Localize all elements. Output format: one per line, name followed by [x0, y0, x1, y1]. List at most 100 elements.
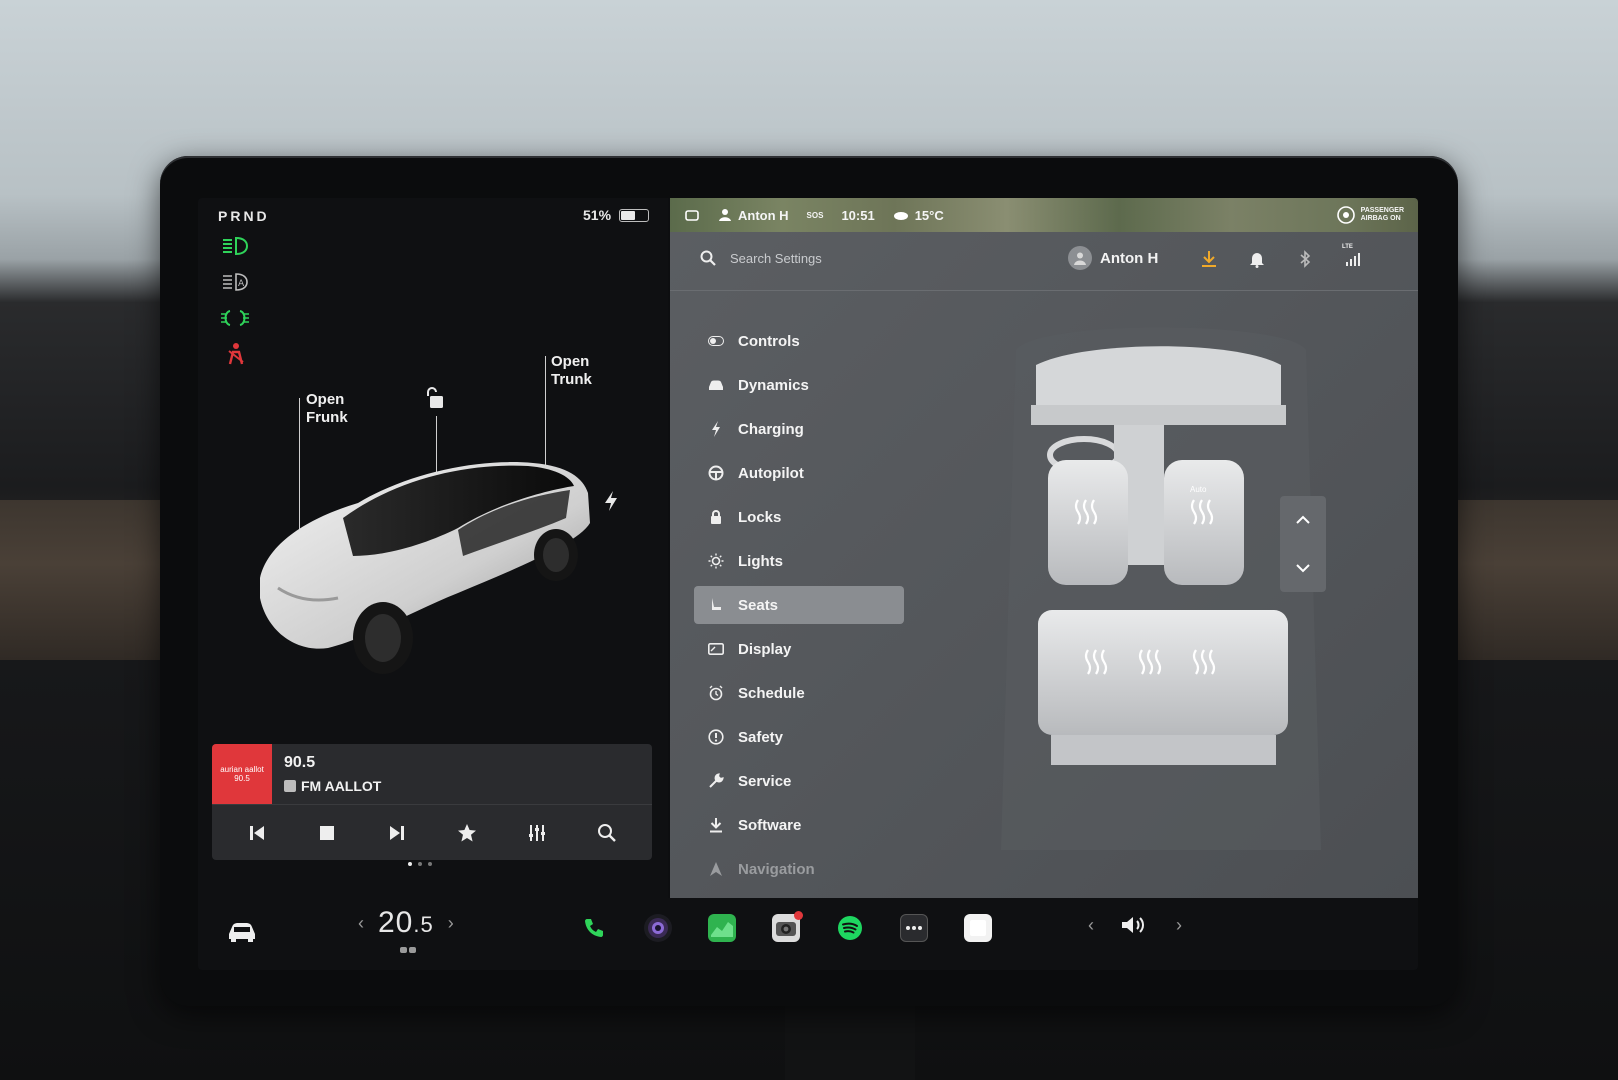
- media-controls: [212, 806, 652, 860]
- car-controls-button[interactable]: [222, 914, 262, 948]
- frunk-label-line1: Open: [306, 391, 345, 408]
- settings-menu-item-lights[interactable]: Lights: [694, 542, 904, 580]
- equalizer-button[interactable]: [524, 820, 550, 846]
- calendar-icon: [970, 920, 986, 936]
- search-media-button[interactable]: [594, 820, 620, 846]
- settings-menu-label: Navigation: [738, 860, 815, 878]
- search-icon: [700, 250, 716, 266]
- volume-up-button[interactable]: ›: [1176, 915, 1182, 936]
- next-track-button[interactable]: [384, 820, 410, 846]
- star-icon: [458, 824, 476, 842]
- spotify-icon: [838, 916, 862, 940]
- temperature-dec: .5: [413, 912, 434, 937]
- alarm-icon: [708, 685, 724, 701]
- svg-text:A: A: [238, 279, 245, 289]
- screen-stand: [785, 1000, 915, 1080]
- seat-heat-status-icon: [400, 947, 416, 953]
- settings-menu-item-locks[interactable]: Locks: [694, 498, 904, 536]
- bluetooth-button[interactable]: [1296, 250, 1314, 268]
- battery-fill: [621, 210, 636, 220]
- user-icon: [719, 209, 731, 221]
- avatar: [1068, 246, 1092, 270]
- temp-decrease-button[interactable]: ‹: [358, 913, 364, 934]
- car-3d-model: [260, 462, 590, 674]
- notifications-button[interactable]: [1248, 250, 1266, 268]
- chevron-down-icon: [1296, 564, 1310, 573]
- settings-menu-item-controls[interactable]: Controls: [694, 322, 904, 360]
- settings-menu-label: Charging: [738, 420, 804, 438]
- phone-app[interactable]: [580, 914, 608, 942]
- wrench-icon: [708, 773, 724, 789]
- open-frunk-button[interactable]: Open Frunk: [306, 391, 348, 427]
- more-apps-button[interactable]: [900, 914, 928, 942]
- settings-menu-item-service[interactable]: Service: [694, 762, 904, 800]
- battery-percent: 51%: [583, 207, 612, 223]
- outside-temp: 15°C: [893, 208, 944, 223]
- lte-label: LTE: [1342, 244, 1353, 250]
- scroll-down-button[interactable]: [1280, 544, 1326, 592]
- gear-indicator: PRND: [218, 208, 270, 224]
- settings-menu-item-charging[interactable]: Charging: [694, 410, 904, 448]
- search-icon: [598, 824, 616, 842]
- phone-icon: [585, 919, 603, 937]
- settings-menu-label: Locks: [738, 508, 782, 526]
- settings-menu-item-dynamics[interactable]: Dynamics: [694, 366, 904, 404]
- airbag-line2: AIRBAG ON: [1360, 215, 1401, 222]
- settings-menu-item-autopilot[interactable]: Autopilot: [694, 454, 904, 492]
- temp-increase-button[interactable]: ›: [448, 913, 454, 934]
- search-placeholder: Search Settings: [730, 250, 822, 266]
- passenger-airbag-status: PASSENGER AIRBAG ON: [1336, 206, 1404, 224]
- media-divider: [212, 804, 652, 805]
- skip-forward-icon: [390, 826, 404, 840]
- unlock-icon[interactable]: [426, 386, 446, 410]
- stop-button[interactable]: [314, 820, 340, 846]
- map-status-strip[interactable]: Anton H SOS 10:51 15°C PASSENGER AIRBAG O…: [670, 198, 1418, 232]
- seat-icon: [708, 597, 724, 613]
- dashcam-recording-dot: [794, 911, 803, 920]
- settings-menu-item-seats[interactable]: Seats: [694, 586, 904, 624]
- bolt-icon: [708, 421, 724, 437]
- settings-menu-item-navigation[interactable]: Navigation: [694, 850, 904, 888]
- settings-menu-item-schedule[interactable]: Schedule: [694, 674, 904, 712]
- clock-time: 10:51: [841, 207, 875, 223]
- frunk-label-line2: Frunk: [306, 409, 348, 426]
- scroll-up-button[interactable]: [1280, 496, 1326, 544]
- stop-icon: [320, 826, 334, 840]
- favorite-button[interactable]: [454, 820, 480, 846]
- signal-icon: [1346, 253, 1360, 266]
- battery-status: 51%: [583, 207, 650, 223]
- cloud-icon: [893, 212, 908, 220]
- page-indicator[interactable]: [408, 862, 432, 866]
- outside-temp-value: 15°C: [914, 207, 944, 223]
- open-trunk-button[interactable]: Open Trunk: [551, 353, 592, 389]
- volume-control: ‹ ›: [1088, 914, 1182, 936]
- settings-menu-label: Safety: [738, 728, 784, 746]
- seatbelt-warning-icon: [228, 343, 244, 365]
- settings-menu-item-software[interactable]: Software: [694, 806, 904, 844]
- info-icon: [708, 729, 724, 745]
- steering-wheel-icon: [708, 465, 724, 481]
- volume-down-button[interactable]: ‹: [1088, 915, 1094, 936]
- previous-track-button[interactable]: [244, 820, 270, 846]
- dashcam-app[interactable]: [772, 911, 803, 942]
- header-divider: [670, 290, 1418, 291]
- settings-menu-item-safety[interactable]: Safety: [694, 718, 904, 756]
- download-icon: [1202, 251, 1216, 267]
- calendar-app[interactable]: [964, 914, 992, 942]
- sun-icon: [708, 553, 724, 569]
- energy-app[interactable]: [708, 914, 736, 942]
- map-user: Anton H: [718, 208, 789, 223]
- profile-button[interactable]: Anton H: [1068, 246, 1158, 270]
- software-update-button[interactable]: [1200, 250, 1218, 268]
- toggle-icon: [708, 333, 724, 349]
- sos-indicator: SOS: [806, 210, 824, 220]
- settings-search[interactable]: Search Settings: [700, 250, 822, 266]
- camera-app[interactable]: [644, 914, 672, 942]
- station-frequency: 90.5: [284, 754, 316, 771]
- navigation-icon: [708, 861, 724, 877]
- spotify-app[interactable]: [836, 914, 864, 942]
- settings-menu-item-display[interactable]: Display: [694, 630, 904, 668]
- temperature-value[interactable]: 20.5: [378, 906, 434, 940]
- headlights-icon: [223, 236, 249, 256]
- speaker-icon[interactable]: [1120, 914, 1150, 936]
